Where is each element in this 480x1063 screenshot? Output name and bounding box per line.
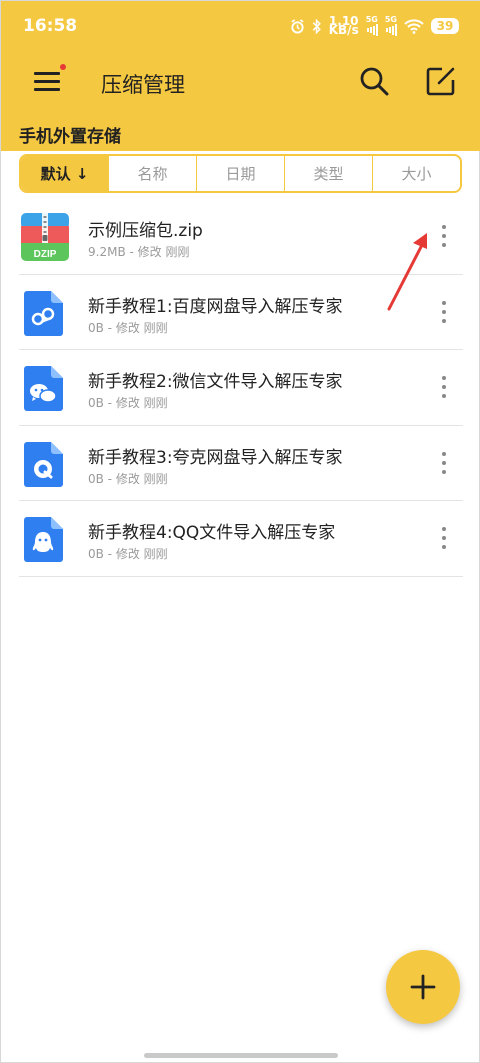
file-meta: 0B - 修改 刚刚 <box>88 320 168 335</box>
more-options-button[interactable] <box>439 225 449 247</box>
sort-tab-type[interactable]: 类型 <box>284 156 372 191</box>
zip-archive-icon: DZIP <box>21 213 69 261</box>
top-app-bar: 16:58 1.10 KB/s 5G 5G 39 压缩管理 手机外置存储 <box>1 1 480 151</box>
file-row[interactable]: DZIP 示例压缩包.zip 9.2MB - 修改 刚刚 <box>19 199 463 275</box>
file-meta: 0B - 修改 刚刚 <box>88 547 168 561</box>
speed-unit: KB/s <box>328 23 359 37</box>
file-name: 新手教程2:微信文件导入解压专家 <box>88 372 343 392</box>
bluetooth-icon <box>312 18 322 34</box>
status-bar: 16:58 1.10 KB/s 5G 5G 39 <box>1 1 480 51</box>
file-row[interactable]: 新手教程4:QQ文件导入解压专家 0B - 修改 刚刚 <box>19 501 463 577</box>
file-meta: 0B - 修改 刚刚 <box>88 396 168 410</box>
notification-dot <box>60 64 66 70</box>
file-row[interactable]: 新手教程1:百度网盘导入解压专家 0B - 修改 刚刚 <box>19 275 463 350</box>
zip-icon-label: DZIP <box>34 249 57 260</box>
wifi-icon <box>404 18 424 34</box>
battery-icon: 39 <box>431 18 459 34</box>
quark-doc-icon <box>21 440 67 488</box>
file-name: 新手教程3:夸克网盘导入解压专家 <box>88 447 343 468</box>
sort-bar: 默认 ↓ 名称 日期 类型 大小 <box>19 154 462 193</box>
status-time: 16:58 <box>23 16 78 36</box>
file-list: DZIP 示例压缩包.zip 9.2MB - 修改 刚刚 新手教程1:百度网盘导… <box>1 199 480 577</box>
file-name: 示例压缩包.zip <box>88 221 203 241</box>
signal2-label: 5G <box>384 15 397 24</box>
more-options-button[interactable] <box>439 451 449 474</box>
signal-strength-icon: 5G <box>366 16 378 36</box>
plus-icon <box>410 974 436 1000</box>
file-name: 新手教程4:QQ文件导入解压专家 <box>88 523 336 543</box>
alarm-icon <box>290 18 305 34</box>
file-row[interactable]: 新手教程3:夸克网盘导入解压专家 0B - 修改 刚刚 <box>19 426 463 501</box>
edit-button[interactable] <box>425 65 457 97</box>
signal-strength-icon-2: 5G <box>385 16 397 36</box>
more-options-button[interactable] <box>439 527 449 549</box>
storage-location-label: 手机外置存储 <box>19 127 121 147</box>
search-button[interactable] <box>358 65 390 97</box>
sort-tab-size[interactable]: 大小 <box>372 156 460 191</box>
more-options-button[interactable] <box>439 376 449 398</box>
qq-doc-icon <box>21 515 67 563</box>
sort-tab-default[interactable]: 默认 ↓ <box>21 156 108 191</box>
network-speed: 1.10 KB/s <box>328 15 359 37</box>
file-name: 新手教程1:百度网盘导入解压专家 <box>88 296 343 317</box>
more-options-button[interactable] <box>439 300 449 323</box>
app-header: 压缩管理 <box>1 51 480 113</box>
search-icon <box>360 67 389 96</box>
edit-icon <box>426 67 455 96</box>
status-icons: 1.10 KB/s 5G 5G 39 <box>290 15 459 37</box>
menu-button[interactable] <box>31 64 66 96</box>
sort-tab-name[interactable]: 名称 <box>108 156 196 191</box>
file-row[interactable]: 新手教程2:微信文件导入解压专家 0B - 修改 刚刚 <box>19 350 463 426</box>
baidu-netdisk-doc-icon <box>21 289 67 337</box>
sort-tab-date[interactable]: 日期 <box>196 156 284 191</box>
file-meta: 9.2MB - 修改 刚刚 <box>88 245 190 259</box>
file-meta: 0B - 修改 刚刚 <box>88 471 168 486</box>
add-button[interactable] <box>386 950 460 1024</box>
home-indicator[interactable] <box>144 1053 338 1058</box>
page-title: 压缩管理 <box>101 73 185 97</box>
wechat-doc-icon <box>21 364 67 412</box>
signal1-label: 5G <box>365 15 378 24</box>
